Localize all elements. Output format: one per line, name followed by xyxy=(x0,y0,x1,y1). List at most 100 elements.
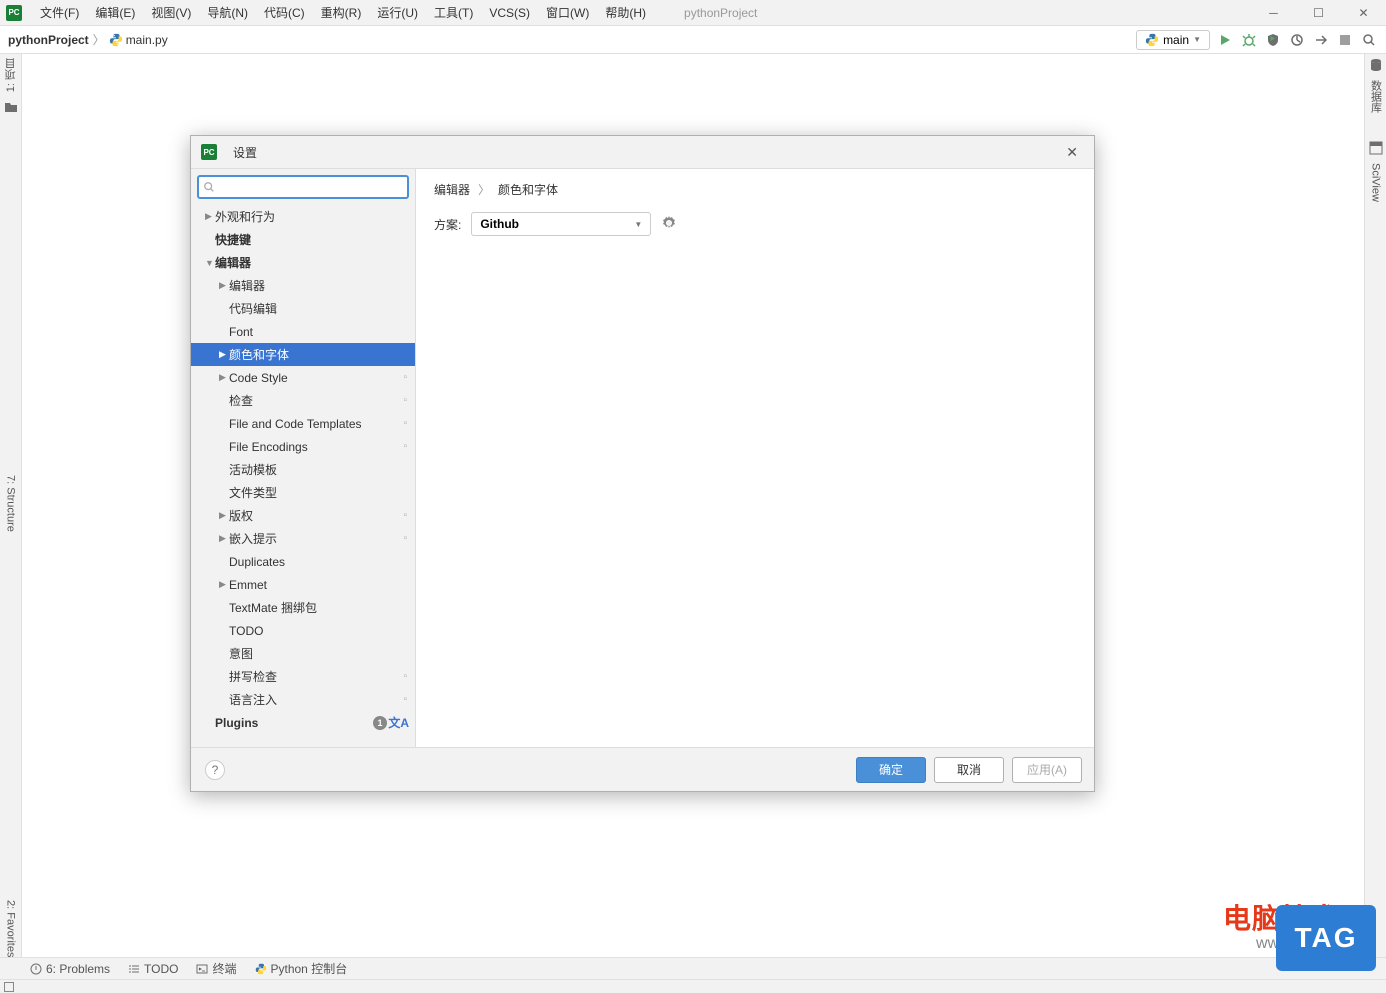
breadcrumb-project[interactable]: pythonProject xyxy=(8,33,89,47)
tree-file-types[interactable]: 文件类型 xyxy=(191,481,415,504)
dialog-close-button[interactable]: ✕ xyxy=(1060,142,1084,163)
debug-button[interactable] xyxy=(1240,31,1258,49)
crumb-editor[interactable]: 编辑器 xyxy=(434,181,470,198)
chevron-down-icon: ▼ xyxy=(634,220,642,229)
tree-keymap[interactable]: 快捷键 xyxy=(191,228,415,251)
scheme-gear-button[interactable] xyxy=(661,215,677,234)
tool-window-todo[interactable]: TODO xyxy=(128,962,178,976)
tree-intentions[interactable]: 意图 xyxy=(191,642,415,665)
tool-window-favorites[interactable]: 2: Favorites xyxy=(5,900,17,957)
tree-textmate[interactable]: TextMate 捆绑包 xyxy=(191,596,415,619)
menu-edit[interactable]: 编辑(E) xyxy=(87,1,143,24)
tool-window-structure[interactable]: 7: Structure xyxy=(5,475,17,532)
tree-color-font[interactable]: ▶颜色和字体 xyxy=(191,343,415,366)
tree-editor-sub[interactable]: ▶编辑器 xyxy=(191,274,415,297)
tree-live-templates[interactable]: 活动模板 xyxy=(191,458,415,481)
menu-view[interactable]: 视图(V) xyxy=(143,1,199,24)
tag-badge: TAG xyxy=(1276,905,1376,971)
tree-spelling[interactable]: 拼写检查▫ xyxy=(191,665,415,688)
minimize-button[interactable]: ─ xyxy=(1251,0,1296,26)
menu-tools[interactable]: 工具(T) xyxy=(426,1,481,24)
tool-window-project[interactable]: 1: 项目 xyxy=(3,58,19,92)
tree-code-editing[interactable]: 代码编辑 xyxy=(191,297,415,320)
crumb-separator: 〉 xyxy=(478,181,490,198)
attach-button[interactable] xyxy=(1312,31,1330,49)
menu-run[interactable]: 运行(U) xyxy=(369,1,426,24)
help-button[interactable]: ? xyxy=(205,760,225,780)
tree-file-encodings[interactable]: File Encodings▫ xyxy=(191,435,415,458)
right-tool-gutter: 数据库 SciView xyxy=(1364,54,1386,963)
breadcrumb-file[interactable]: main.py xyxy=(109,33,168,47)
menu-help[interactable]: 帮助(H) xyxy=(597,1,654,24)
gear-icon xyxy=(661,215,677,231)
settings-sidebar: ▶外观和行为 快捷键 ▼编辑器 ▶编辑器 代码编辑 Font ▶颜色和字体 ▶C… xyxy=(191,169,416,747)
scope-icon: ▫ xyxy=(403,372,407,383)
menu-code[interactable]: 代码(C) xyxy=(256,1,313,24)
status-icon[interactable] xyxy=(4,982,14,992)
coverage-button[interactable] xyxy=(1264,31,1282,49)
menu-vcs[interactable]: VCS(S) xyxy=(481,3,538,23)
settings-main-panel: 编辑器 〉 颜色和字体 方案: Github ▼ xyxy=(416,169,1094,747)
scheme-label: 方案: xyxy=(434,216,461,233)
status-bar xyxy=(0,979,1386,993)
cancel-button[interactable]: 取消 xyxy=(934,757,1004,783)
bottom-tool-bar: 6: Problems TODO 终端 Python 控制台 xyxy=(0,957,1386,979)
scope-icon: ▫ xyxy=(403,395,407,406)
tool-window-python-console[interactable]: Python 控制台 xyxy=(255,960,348,977)
problems-icon xyxy=(30,963,42,975)
apply-button[interactable]: 应用(A) xyxy=(1012,757,1082,783)
tree-font[interactable]: Font xyxy=(191,320,415,343)
profile-button[interactable] xyxy=(1288,31,1306,49)
settings-tree[interactable]: ▶外观和行为 快捷键 ▼编辑器 ▶编辑器 代码编辑 Font ▶颜色和字体 ▶C… xyxy=(191,205,415,747)
plugins-badge: 1 xyxy=(373,716,387,730)
close-button[interactable]: ✕ xyxy=(1341,0,1386,26)
chevron-down-icon: ▼ xyxy=(1193,35,1201,44)
crumb-color-font: 颜色和字体 xyxy=(498,181,558,198)
tree-file-templates[interactable]: File and Code Templates▫ xyxy=(191,412,415,435)
tree-plugins[interactable]: Plugins1文A xyxy=(191,711,415,734)
scope-icon: ▫ xyxy=(403,694,407,705)
settings-search-input[interactable] xyxy=(197,175,409,199)
breadcrumb-file-label: main.py xyxy=(126,33,168,47)
maximize-button[interactable]: ☐ xyxy=(1296,0,1341,26)
tree-inlay-hints[interactable]: ▶嵌入提示▫ xyxy=(191,527,415,550)
todo-icon xyxy=(128,963,140,975)
scheme-value: Github xyxy=(480,217,519,231)
tree-code-style[interactable]: ▶Code Style▫ xyxy=(191,366,415,389)
run-config-label: main xyxy=(1163,33,1189,47)
scope-icon: ▫ xyxy=(403,533,407,544)
scope-icon: ▫ xyxy=(403,418,407,429)
dialog-app-icon: PC xyxy=(201,144,217,160)
tree-copyright[interactable]: ▶版权▫ xyxy=(191,504,415,527)
terminal-icon xyxy=(196,963,208,975)
tree-editor[interactable]: ▼编辑器 xyxy=(191,251,415,274)
settings-dialog: PC 设置 ✕ ▶外观和行为 快捷键 ▼编辑器 ▶编辑器 代码编辑 Font ▶… xyxy=(190,135,1095,792)
nav-toolbar: pythonProject 〉 main.py main ▼ xyxy=(0,26,1386,54)
menu-refactor[interactable]: 重构(R) xyxy=(313,1,370,24)
tool-window-problems[interactable]: 6: Problems xyxy=(30,962,110,976)
search-everywhere-button[interactable] xyxy=(1360,31,1378,49)
scheme-selector[interactable]: Github ▼ xyxy=(471,212,651,236)
tree-todo[interactable]: TODO xyxy=(191,619,415,642)
scope-icon: ▫ xyxy=(403,671,407,682)
menu-file[interactable]: 文件(F) xyxy=(32,1,87,24)
tree-inspections[interactable]: 检查▫ xyxy=(191,389,415,412)
stop-button[interactable] xyxy=(1336,31,1354,49)
dialog-footer: ? 确定 取消 应用(A) xyxy=(191,747,1094,791)
tree-appearance[interactable]: ▶外观和行为 xyxy=(191,205,415,228)
run-config-selector[interactable]: main ▼ xyxy=(1136,30,1210,50)
database-icon xyxy=(1369,58,1383,72)
tree-duplicates[interactable]: Duplicates xyxy=(191,550,415,573)
run-button[interactable] xyxy=(1216,31,1234,49)
window-title: pythonProject xyxy=(684,6,757,20)
settings-breadcrumb: 编辑器 〉 颜色和字体 xyxy=(434,181,1076,198)
tool-window-sciview[interactable]: SciView xyxy=(1370,163,1382,202)
tree-emmet[interactable]: ▶Emmet xyxy=(191,573,415,596)
menu-window[interactable]: 窗口(W) xyxy=(538,1,597,24)
ok-button[interactable]: 确定 xyxy=(856,757,926,783)
tool-window-database[interactable]: 数据库 xyxy=(1368,80,1384,113)
tree-lang-inject[interactable]: 语言注入▫ xyxy=(191,688,415,711)
tool-window-terminal[interactable]: 终端 xyxy=(196,960,236,977)
window-controls: ─ ☐ ✕ xyxy=(1251,0,1386,26)
menu-navigate[interactable]: 导航(N) xyxy=(199,1,256,24)
